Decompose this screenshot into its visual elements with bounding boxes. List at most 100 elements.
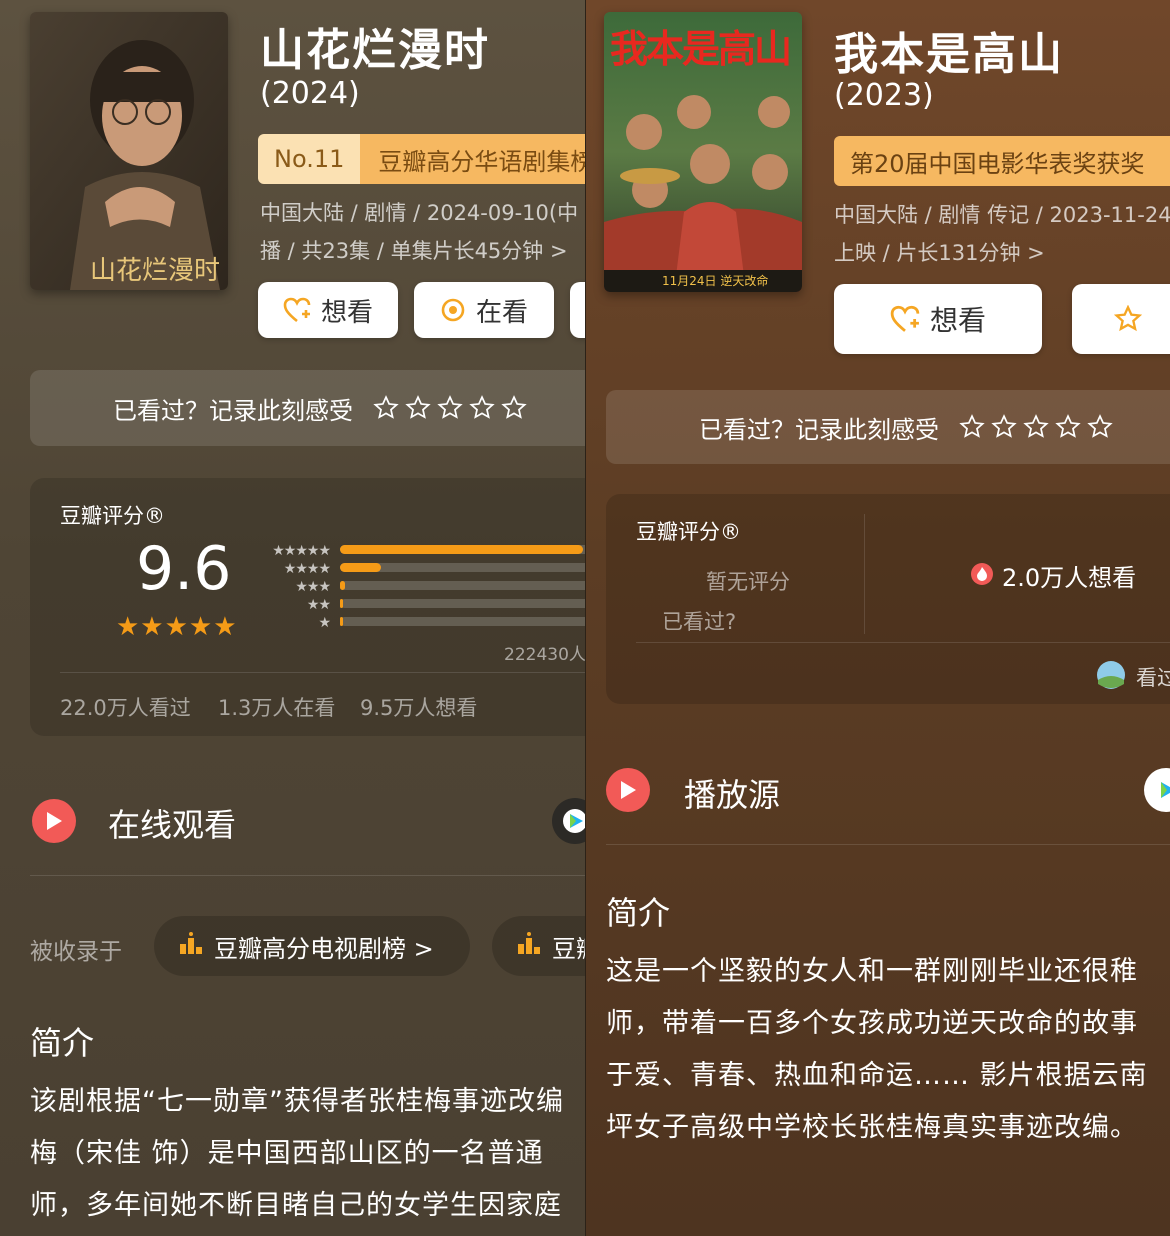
divider bbox=[636, 642, 1170, 643]
intro-line: 师，多年间她不断目睹自己的女学生因家庭 bbox=[30, 1190, 562, 1221]
award-badge[interactable]: 第20届中国电影华表奖获奖 bbox=[834, 136, 1170, 186]
rank-number: No.11 bbox=[258, 134, 361, 184]
douban-rating-card[interactable]: 豆瓣评分® 9.6 ★★★★★ ★★★★★ ★★★★ ★★★ ★★ ★ 222430人 … bbox=[30, 478, 585, 736]
avatar bbox=[1096, 660, 1126, 694]
star-outline-icon[interactable] bbox=[1055, 414, 1081, 440]
meta-line-2[interactable]: 上映 / 片长131分钟 > bbox=[834, 234, 1045, 272]
intro-text: 这是一个坚毅的女人和一群刚刚毕业还很稚 师，带着一百多个女孩成功逆天改命的故事 … bbox=[606, 946, 1148, 1154]
rating-distribution bbox=[340, 545, 585, 626]
record-prompt: 已看过？记录此刻感受 bbox=[113, 396, 353, 425]
record-feeling-bar[interactable]: 已看过？记录此刻感受 bbox=[606, 390, 1170, 464]
stat-want[interactable]: 9.5万人想看 bbox=[360, 692, 477, 722]
star-outline-icon bbox=[1114, 305, 1142, 333]
poster-release-date: 11月24日 逆天改命 bbox=[662, 274, 769, 288]
star-outline-icon[interactable] bbox=[959, 414, 985, 440]
watching-label: 在看 bbox=[475, 297, 528, 328]
divider bbox=[606, 844, 1170, 845]
rank-badge[interactable]: No.11 豆瓣高分华语剧集榜 bbox=[258, 134, 585, 184]
rank-list-name: 豆瓣高分华语剧集榜 bbox=[360, 134, 585, 184]
record-prompt: 已看过？记录此刻感受 bbox=[699, 415, 939, 444]
video-platform-icon[interactable] bbox=[1144, 768, 1170, 812]
meta-line-2[interactable]: 播 / 共23集 / 单集片长45分钟 > bbox=[260, 232, 568, 270]
star-outline-icon[interactable] bbox=[373, 395, 399, 421]
dist-bar bbox=[340, 581, 346, 590]
no-rating-text: 暂无评分 bbox=[706, 570, 790, 594]
seen-avatars[interactable]: 看过 bbox=[1096, 660, 1170, 694]
star-outline-icon[interactable] bbox=[1023, 414, 1049, 440]
poster-title-art: 我本是高山 bbox=[610, 26, 792, 71]
meta-line-1: 中国大陆 / 剧情 传记 / 2023-11-24 bbox=[834, 203, 1170, 227]
intro-title: 简介 bbox=[606, 894, 671, 932]
intro-line: 师，带着一百多个女孩成功逆天改命的故事 bbox=[606, 1008, 1138, 1039]
heart-plus-icon bbox=[283, 297, 311, 323]
fire-icon bbox=[970, 562, 994, 590]
online-watch-title[interactable]: 在线观看 bbox=[108, 800, 236, 846]
intro-line: 该剧根据“七一勋章”获得者张桂梅事迹改编 bbox=[30, 1086, 564, 1117]
seen-more-text: 看过 bbox=[1136, 666, 1170, 690]
trophy-icon bbox=[178, 930, 204, 962]
divider bbox=[30, 875, 585, 876]
poster-image[interactable]: 山花烂漫时 bbox=[30, 12, 228, 290]
star-outline-icon[interactable] bbox=[437, 395, 463, 421]
poster-title-art: 山花烂漫时 bbox=[90, 256, 221, 286]
collected-label: 被收录于 bbox=[30, 939, 122, 965]
play-icon bbox=[32, 799, 76, 843]
seen-button-partial[interactable] bbox=[1072, 284, 1170, 354]
intro-line: 于爱、青春、热血和命运…… 影片根据云南 bbox=[606, 1060, 1148, 1091]
star-outline-icon[interactable] bbox=[1087, 414, 1113, 440]
stat-watching[interactable]: 1.3万人在看 bbox=[218, 692, 335, 722]
page-title: 山花烂漫时 bbox=[260, 25, 490, 76]
chip-label: 豆瓣高分电视剧榜 > bbox=[214, 934, 434, 963]
chip-label: 豆瓣 bbox=[552, 934, 585, 963]
stat-seen[interactable]: 22.0万人看过 bbox=[60, 692, 191, 722]
want-label: 想看 bbox=[929, 304, 986, 337]
star-outline-icon[interactable] bbox=[469, 395, 495, 421]
watching-button[interactable]: 在看 bbox=[414, 282, 554, 338]
intro-text: 该剧根据“七一勋章”获得者张桂梅事迹改编 梅（宋佳 饰）是中国西部山区的一名普通… bbox=[30, 1076, 564, 1232]
right-panel-gaoshan: 我本是高山 11月24日 逆天改命 我本是高山 (2023) 第20届中国电影华… bbox=[586, 0, 1170, 1236]
meta-line-1: 中国大陆 / 剧情 / 2024-09-10(中 bbox=[260, 201, 579, 225]
divider bbox=[864, 514, 865, 634]
rating-score: 9.6 bbox=[136, 534, 232, 604]
trophy-icon bbox=[516, 930, 542, 962]
dist-bar bbox=[340, 599, 343, 608]
screenshot-collage: 山花烂漫时 山花烂漫时 (2024) No.11 豆瓣高分华语剧集榜 中国大陆 … bbox=[0, 0, 1170, 1236]
intro-line: 坪女子高级中学校长张桂梅真实事迹改编。 bbox=[606, 1112, 1138, 1143]
seen-prompt[interactable]: 已看过? bbox=[662, 606, 736, 636]
want-count[interactable]: 2.0万人想看 bbox=[970, 558, 1136, 593]
empty-rating-stars[interactable] bbox=[959, 414, 1113, 440]
star-outline-icon[interactable] bbox=[991, 414, 1017, 440]
intro-title: 简介 bbox=[30, 1024, 95, 1062]
dist-bar bbox=[340, 617, 343, 626]
intro-line: 梅（宋佳 饰）是中国西部山区的一名普通 bbox=[30, 1138, 544, 1169]
want-count-text: 2.0万人想看 bbox=[1002, 564, 1137, 592]
star-levels: ★★★★★ ★★★★ ★★★ ★★ ★ bbox=[272, 543, 331, 631]
left-panel-shanhua: 山花烂漫时 山花烂漫时 (2024) No.11 豆瓣高分华语剧集榜 中国大陆 … bbox=[0, 0, 585, 1236]
dist-bar bbox=[340, 563, 381, 572]
rating-label: 豆瓣评分® bbox=[60, 504, 165, 528]
want-to-watch-button[interactable]: 想看 bbox=[834, 284, 1042, 354]
douban-rating-card[interactable]: 豆瓣评分® 暂无评分 已看过? 2.0万人想看 看过 bbox=[606, 494, 1170, 704]
rating-label: 豆瓣评分® bbox=[636, 520, 741, 544]
poster-image[interactable]: 我本是高山 11月24日 逆天改命 bbox=[604, 12, 802, 292]
rating-count: 222430人 bbox=[504, 645, 585, 665]
watched-button-partial[interactable] bbox=[570, 282, 585, 338]
play-source-title[interactable]: 播放源 bbox=[684, 770, 780, 816]
score-stars: ★★★★★ bbox=[116, 612, 238, 642]
dist-bar bbox=[340, 545, 583, 554]
collection-chip-partial[interactable]: 豆瓣 bbox=[492, 916, 585, 976]
want-to-watch-button[interactable]: 想看 bbox=[258, 282, 398, 338]
empty-rating-stars[interactable] bbox=[373, 395, 527, 421]
record-feeling-bar[interactable]: 已看过？记录此刻感受 bbox=[30, 370, 585, 446]
release-year: (2024) bbox=[260, 76, 360, 111]
target-icon bbox=[440, 297, 466, 323]
heart-plus-icon bbox=[890, 305, 920, 333]
star-outline-icon[interactable] bbox=[501, 395, 527, 421]
collection-chip-tv-top[interactable]: 豆瓣高分电视剧榜 > bbox=[154, 916, 470, 976]
intro-line: 这是一个坚毅的女人和一群刚刚毕业还很稚 bbox=[606, 956, 1138, 987]
video-platform-icon[interactable] bbox=[552, 798, 585, 844]
want-label: 想看 bbox=[320, 297, 373, 328]
page-title: 我本是高山 bbox=[834, 29, 1064, 80]
divider bbox=[60, 672, 585, 673]
star-outline-icon[interactable] bbox=[405, 395, 431, 421]
